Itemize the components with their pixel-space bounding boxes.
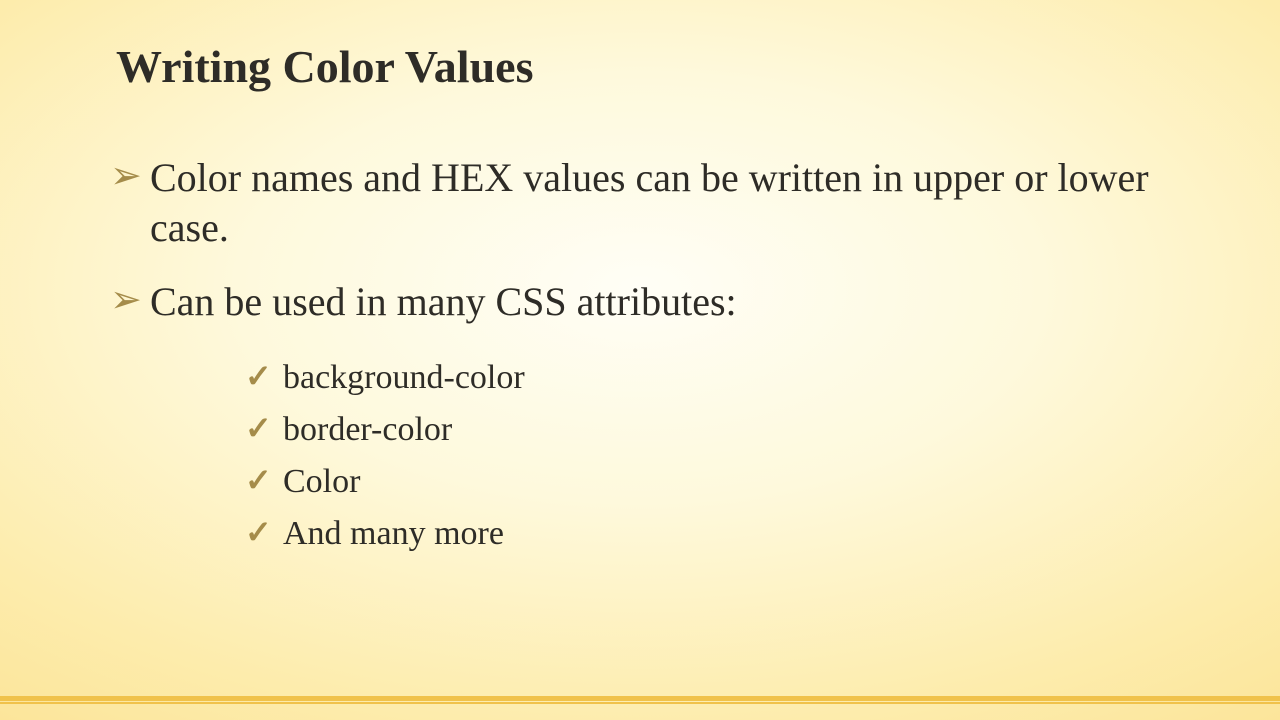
sub-bullet-item: Color — [245, 459, 1180, 505]
slide: Writing Color Values Color names and HEX… — [0, 0, 1280, 720]
sub-bullet-item: And many more — [245, 511, 1180, 557]
bullet-list: Color names and HEX values can be writte… — [110, 153, 1180, 557]
footer-divider — [0, 696, 1280, 704]
sub-bullet-item: background-color — [245, 355, 1180, 401]
bullet-item: Can be used in many CSS attributes: back… — [110, 277, 1180, 557]
bullet-item: Color names and HEX values can be writte… — [110, 153, 1180, 253]
sub-bullet-item: border-color — [245, 407, 1180, 453]
slide-title: Writing Color Values — [116, 40, 1180, 93]
sub-bullet-list: background-color border-color Color And … — [245, 355, 1180, 557]
bullet-text: Can be used in many CSS attributes: — [150, 279, 737, 324]
